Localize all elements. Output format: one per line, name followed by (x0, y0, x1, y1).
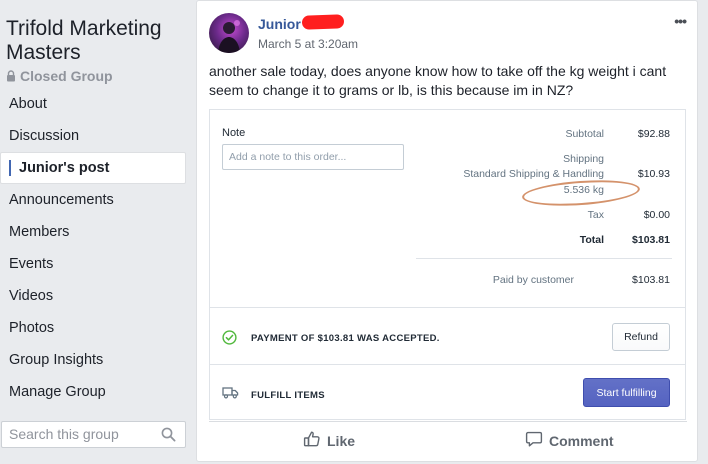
shipping-method: Standard Shipping & Handling (463, 168, 604, 180)
author-avatar[interactable] (209, 13, 249, 53)
start-fulfilling-button[interactable]: Start fulfilling (583, 378, 670, 407)
redaction-mark (301, 14, 345, 30)
tax-value: $0.00 (643, 209, 670, 221)
group-search (1, 421, 186, 448)
like-label: Like (327, 432, 356, 449)
comment-button[interactable]: Comment (525, 430, 614, 451)
post-timestamp[interactable]: March 5 at 3:20am (258, 37, 358, 51)
post-body-text: another sale today, does anyone know how… (209, 63, 667, 98)
total-label: Total (579, 234, 604, 246)
paid-by-customer-value: $103.81 (632, 274, 670, 286)
nav-item-members[interactable]: Members (0, 216, 186, 248)
thumbs-up-icon (303, 430, 321, 451)
group-title[interactable]: Trifold Marketing Masters (6, 17, 186, 65)
group-status-label: Closed Group (20, 68, 113, 84)
payment-section: PAYMENT OF $103.81 WAS ACCEPTED. Refund (210, 308, 685, 365)
shipping-value: $10.93 (637, 168, 670, 180)
nav-item-announcements[interactable]: Announcements (0, 184, 186, 216)
weight-highlight-circle (521, 176, 641, 210)
payment-accepted-message: PAYMENT OF $103.81 WAS ACCEPTED. (251, 333, 440, 344)
nav-item-manage-group[interactable]: Manage Group (0, 376, 186, 408)
order-screenshot: Note Subtotal $92.88 Shipping Standard S… (209, 109, 686, 420)
subtotal-label: Subtotal (565, 128, 604, 140)
nav-item-photos[interactable]: Photos (0, 312, 186, 344)
nav-item-discussion[interactable]: Discussion (0, 120, 186, 152)
nav-item-videos[interactable]: Videos (0, 280, 186, 312)
total-value: $103.81 (632, 234, 670, 246)
like-button[interactable]: Like (303, 430, 355, 451)
summary-divider (416, 258, 672, 259)
tax-label: Tax (587, 209, 604, 221)
group-nav: About Discussion Junior's post Announcem… (0, 88, 186, 408)
fulfillment-section: FULFILL ITEMS Start fulfilling (210, 365, 685, 419)
group-privacy-status: Closed Group (6, 68, 113, 84)
post-author-name[interactable]: Junior (258, 16, 301, 32)
check-circle-icon (222, 330, 237, 350)
note-label: Note (222, 127, 246, 139)
nav-item-juniors-post[interactable]: Junior's post (0, 152, 186, 184)
comment-bubble-icon (525, 430, 543, 451)
post-action-bar: Like Comment (209, 421, 687, 457)
lock-icon (6, 70, 16, 82)
truck-icon (222, 386, 239, 404)
nav-item-group-insights[interactable]: Group Insights (0, 344, 186, 376)
group-search-input[interactable] (9, 426, 159, 442)
shipping-label: Shipping (563, 153, 604, 165)
nav-item-events[interactable]: Events (0, 248, 186, 280)
more-options-icon[interactable]: ••• (674, 13, 687, 29)
paid-by-customer-label: Paid by customer (492, 274, 574, 286)
group-post: Junior March 5 at 3:20am ••• another sal… (196, 0, 698, 462)
nav-item-about[interactable]: About (0, 88, 186, 120)
search-icon[interactable] (161, 427, 176, 447)
group-sidebar: Trifold Marketing Masters Closed Group A… (0, 0, 192, 464)
subtotal-value: $92.88 (637, 128, 670, 140)
order-summary-section: Note Subtotal $92.88 Shipping Standard S… (210, 110, 685, 308)
refund-button[interactable]: Refund (612, 323, 670, 351)
comment-label: Comment (549, 432, 614, 449)
fulfill-items-label: FULFILL ITEMS (251, 390, 325, 401)
order-note-input[interactable] (222, 144, 404, 170)
